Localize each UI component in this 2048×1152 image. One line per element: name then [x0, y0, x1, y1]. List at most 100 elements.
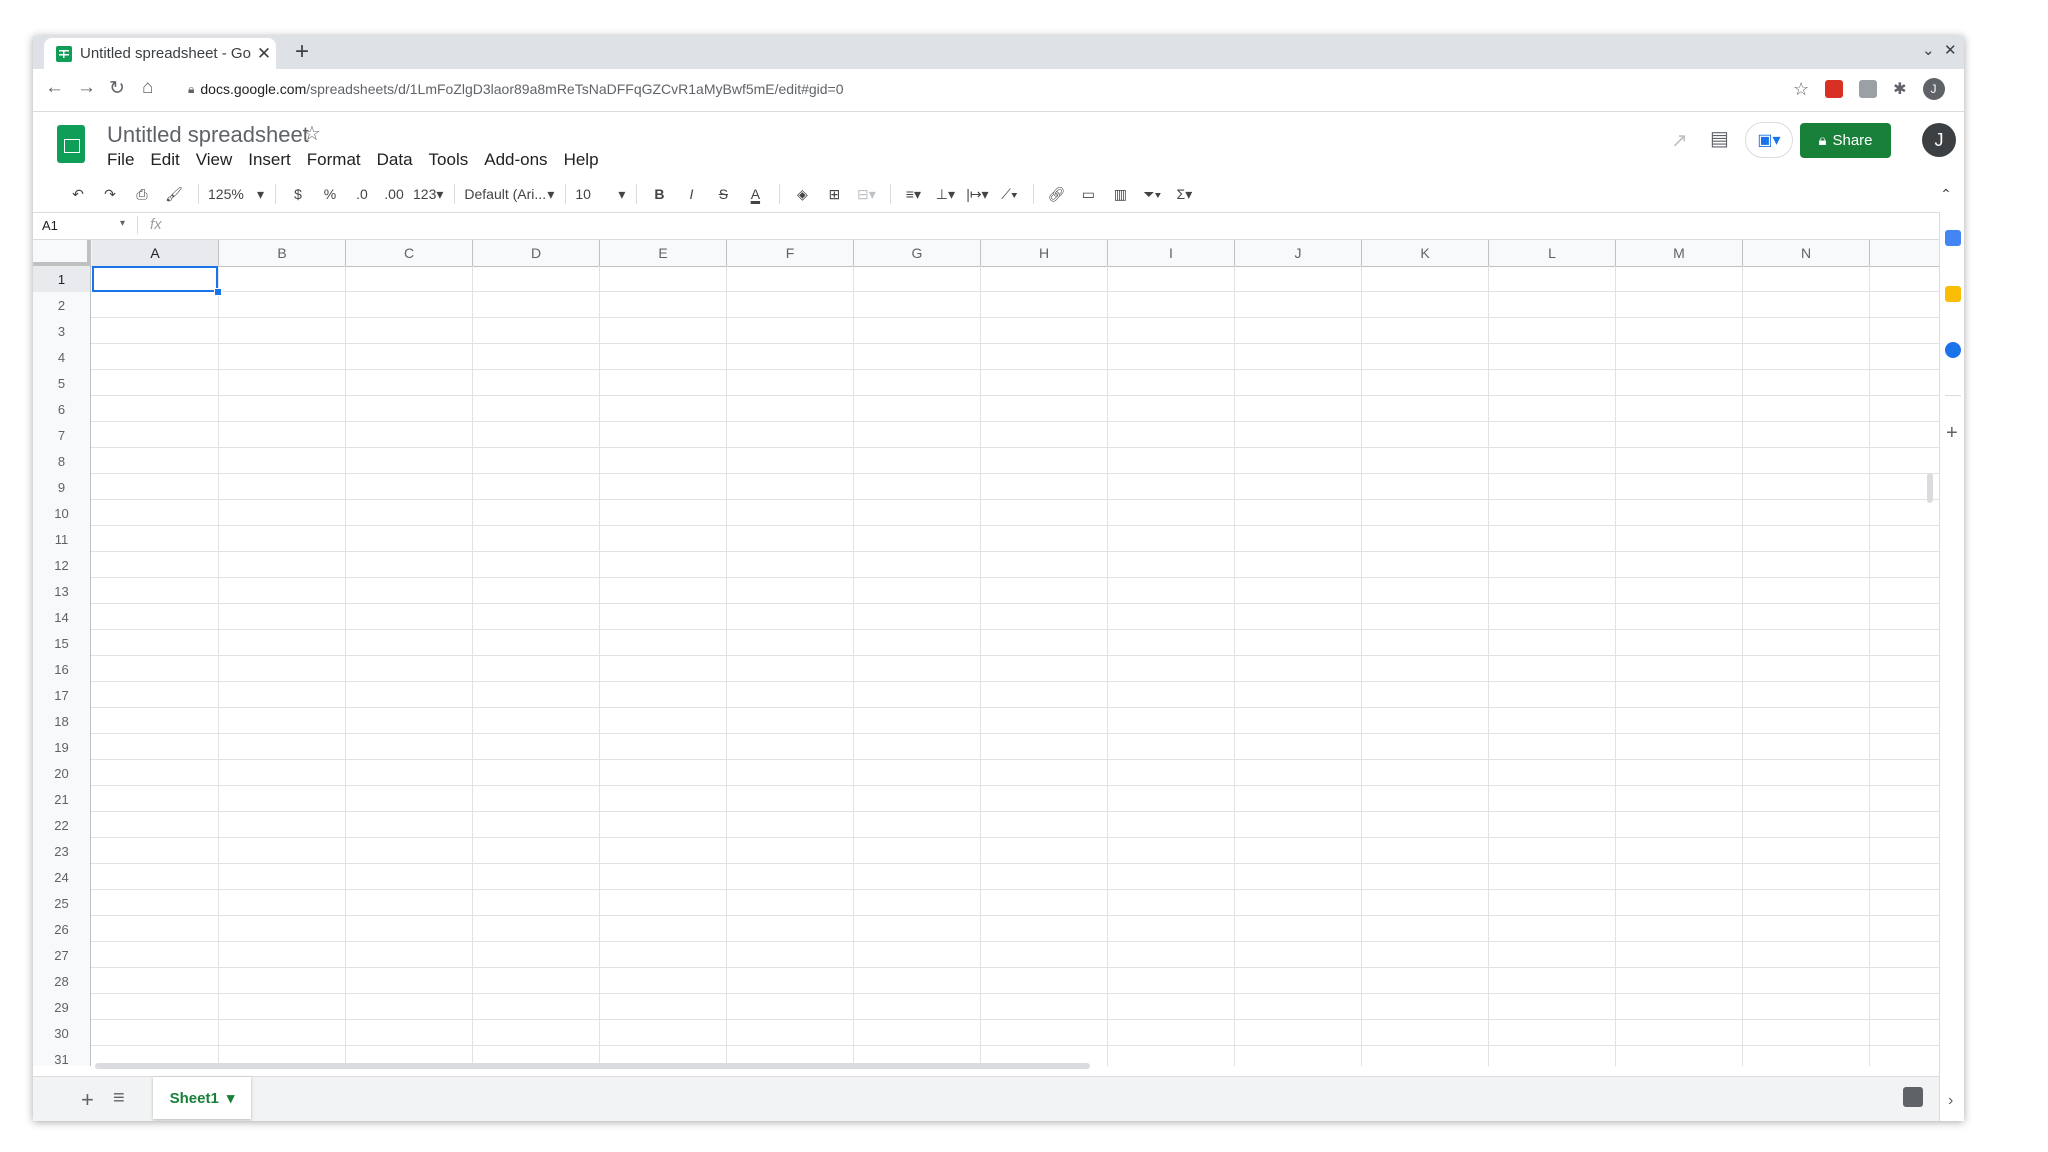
name-box[interactable]: A1 ▾ [42, 218, 130, 233]
row-header[interactable]: 12 [33, 552, 91, 578]
text-color-button[interactable]: A [740, 180, 770, 208]
account-avatar[interactable]: J [1922, 123, 1956, 157]
horizontal-scrollbar[interactable] [95, 1063, 1090, 1069]
collapse-toolbar-icon[interactable]: ⌃ [1931, 180, 1961, 208]
insert-comment-icon[interactable]: ▭ [1073, 180, 1103, 208]
vertical-align-icon[interactable]: ⊥▾ [930, 180, 960, 208]
present-meeting-icon[interactable]: ▣▾ [1745, 122, 1793, 158]
tab-close-icon[interactable]: ✕ [252, 44, 276, 64]
extensions-puzzle-icon[interactable]: ✱ [1893, 79, 1906, 99]
fill-handle[interactable] [214, 288, 222, 296]
bold-button[interactable]: B [644, 180, 674, 208]
font-size-select[interactable]: 10 ▾ [573, 180, 627, 208]
insert-chart-icon[interactable]: ▥ [1105, 180, 1135, 208]
get-addons-icon[interactable]: + [1946, 422, 1958, 445]
share-button[interactable]: 🔒︎ Share [1800, 123, 1891, 158]
print-icon[interactable]: ⎙ [127, 180, 157, 208]
sheets-logo-icon[interactable] [57, 125, 85, 163]
column-header-c[interactable]: C [346, 240, 473, 266]
row-header[interactable]: 23 [33, 838, 91, 864]
text-rotation-icon[interactable]: ⟋▾ [994, 180, 1024, 208]
row-header[interactable]: 3 [33, 318, 91, 344]
column-header-f[interactable]: F [727, 240, 854, 266]
browser-tab[interactable]: Untitled spreadsheet - Go ✕ [44, 38, 276, 69]
horizontal-align-icon[interactable]: ≡▾ [898, 180, 928, 208]
profile-avatar[interactable]: J [1922, 78, 1945, 100]
bookmark-star-icon[interactable]: ☆ [1793, 79, 1809, 100]
column-header-k[interactable]: K [1362, 240, 1489, 266]
new-tab-button[interactable]: + [295, 38, 309, 66]
filter-icon[interactable]: ⏷▾ [1137, 180, 1167, 208]
increase-decimals-button[interactable]: .00 [379, 180, 409, 208]
row-header[interactable]: 21 [33, 786, 91, 812]
star-icon[interactable]: ☆ [303, 121, 321, 146]
row-header[interactable]: 22 [33, 812, 91, 838]
row-header[interactable]: 31 [33, 1046, 91, 1066]
column-header-n[interactable]: N [1743, 240, 1870, 266]
row-header[interactable]: 26 [33, 916, 91, 942]
italic-button[interactable]: I [676, 180, 706, 208]
percent-button[interactable]: % [315, 180, 345, 208]
url-field[interactable]: 🔒︎ docs.google.com/spreadsheets/d/1LmFoZ… [188, 81, 844, 97]
text-wrapping-icon[interactable]: |↦▾ [962, 180, 992, 208]
row-header[interactable]: 1 [33, 266, 91, 292]
column-header-m[interactable]: M [1616, 240, 1743, 266]
calendar-icon[interactable] [1945, 230, 1961, 246]
row-header[interactable]: 9 [33, 474, 91, 500]
extension-2-icon[interactable] [1859, 80, 1878, 98]
row-header[interactable]: 20 [33, 760, 91, 786]
tasks-icon[interactable] [1945, 342, 1961, 358]
row-header[interactable]: 15 [33, 630, 91, 656]
explore-icon[interactable] [1903, 1087, 1923, 1107]
row-header[interactable]: 30 [33, 1020, 91, 1046]
back-icon[interactable]: ← [45, 77, 64, 99]
column-header-e[interactable]: E [600, 240, 727, 266]
redo-icon[interactable]: ↷ [95, 180, 125, 208]
expand-panel-icon[interactable]: › [1948, 1092, 1953, 1110]
row-header[interactable]: 5 [33, 370, 91, 396]
zoom-select[interactable]: 125% ▾ [206, 180, 266, 208]
row-header[interactable]: 14 [33, 604, 91, 630]
menu-insert[interactable]: Insert [248, 150, 291, 170]
strikethrough-button[interactable]: S [708, 180, 738, 208]
select-all-corner[interactable] [33, 240, 91, 266]
row-header[interactable]: 8 [33, 448, 91, 474]
row-header[interactable]: 19 [33, 734, 91, 760]
borders-icon[interactable]: ⊞ [819, 180, 849, 208]
document-title[interactable]: Untitled spreadsheet [107, 122, 309, 148]
column-header-h[interactable]: H [981, 240, 1108, 266]
column-header-b[interactable]: B [219, 240, 346, 266]
forward-icon[interactable]: → [77, 77, 96, 99]
menu-edit[interactable]: Edit [150, 150, 179, 170]
column-header-j[interactable]: J [1235, 240, 1362, 266]
menu-view[interactable]: View [196, 150, 233, 170]
row-header[interactable]: 4 [33, 344, 91, 370]
window-close-icon[interactable]: ✕ [1944, 41, 1957, 59]
column-header-a[interactable]: A [92, 240, 219, 266]
menu-tools[interactable]: Tools [429, 150, 469, 170]
row-header[interactable]: 2 [33, 292, 91, 318]
selected-cell[interactable] [92, 266, 218, 292]
reload-icon[interactable]: ↻ [109, 77, 125, 100]
row-header[interactable]: 10 [33, 500, 91, 526]
currency-button[interactable]: $ [283, 180, 313, 208]
sheet-tab-sheet1[interactable]: Sheet1 ▾ [153, 1077, 251, 1119]
decrease-decimals-button[interactable]: .0 [347, 180, 377, 208]
vertical-scrollbar[interactable] [1927, 473, 1933, 503]
home-icon[interactable]: ⌂ [142, 77, 153, 99]
activity-trend-icon[interactable]: ↗ [1671, 128, 1688, 153]
row-header[interactable]: 25 [33, 890, 91, 916]
functions-button[interactable]: Σ ▾ [1169, 180, 1199, 208]
column-header-i[interactable]: I [1108, 240, 1235, 266]
more-formats-button[interactable]: 123 ▾ [411, 180, 445, 208]
tab-search-icon[interactable]: ⌄ [1922, 41, 1935, 59]
row-header[interactable]: 24 [33, 864, 91, 890]
keep-icon[interactable] [1945, 286, 1961, 302]
row-header[interactable]: 28 [33, 968, 91, 994]
column-header-d[interactable]: D [473, 240, 600, 266]
undo-icon[interactable]: ↶ [63, 180, 93, 208]
browser-menu-icon[interactable]: ⋮ [1961, 79, 1964, 100]
row-header[interactable]: 17 [33, 682, 91, 708]
row-header[interactable]: 18 [33, 708, 91, 734]
column-header-g[interactable]: G [854, 240, 981, 266]
